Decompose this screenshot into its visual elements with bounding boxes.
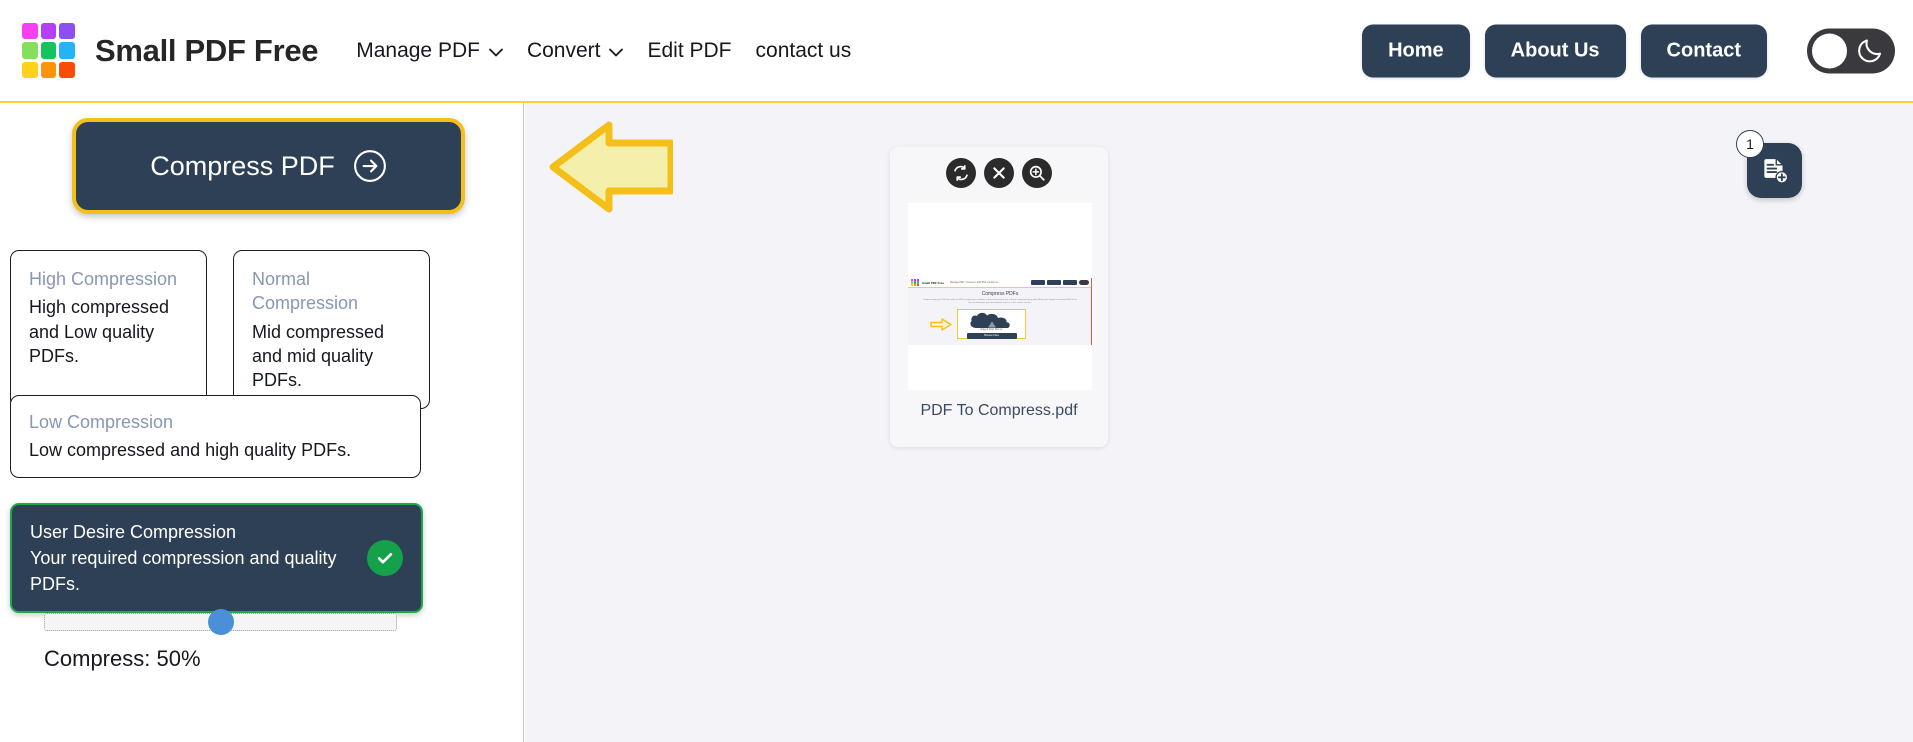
thumbnail-page-sub: Compressing your PDF files with our PDF …	[923, 299, 1077, 304]
option-card-text: User Desire Compression Your required co…	[30, 519, 367, 597]
thumbnail-logo-icon	[911, 278, 919, 287]
thumbnail-nav-button	[1047, 280, 1061, 285]
compression-slider-area: Compress: 50%	[44, 609, 444, 672]
logo-cell-3	[59, 23, 75, 40]
logo-cell-9	[59, 61, 75, 78]
right-panel: Small PDF Free Manage PDF • Convert • Ed…	[525, 103, 1913, 742]
cloud-upload-icon	[969, 312, 1010, 328]
nav-item-label: contact us	[755, 38, 852, 62]
main-navigation: Manage PDF Convert Edit PDF contact us	[356, 39, 851, 63]
thumbnail-scroll-indicator	[1090, 278, 1092, 345]
option-title: High Compression	[29, 269, 178, 289]
arrow-right-circle-icon	[353, 150, 386, 182]
thumbnail-drop-text: drag & drop files or	[980, 328, 1003, 331]
option-desc: Low compressed and high quality PDFs.	[29, 440, 352, 461]
zoom-in-icon[interactable]	[1022, 158, 1052, 188]
document-count-badge: 1	[1736, 130, 1764, 158]
thumbnail-theme-toggle	[1079, 280, 1089, 285]
nav-item-edit-pdf[interactable]: Edit PDF	[647, 39, 731, 63]
compression-slider[interactable]	[44, 609, 397, 635]
pdf-preview-card: Small PDF Free Manage PDF • Convert • Ed…	[890, 147, 1108, 447]
nav-button-home[interactable]: Home	[1362, 24, 1470, 77]
thumbnail-nav-button	[1031, 280, 1045, 285]
option-card-user-desire-compression[interactable]: User Desire Compression Your required co…	[10, 503, 423, 614]
theme-toggle[interactable]	[1807, 28, 1895, 73]
option-title: Normal Compression	[252, 269, 359, 314]
option-desc: High compressed and Low quality PDFs.	[29, 297, 170, 366]
thumbnail-nav-buttons	[1031, 280, 1089, 285]
logo-cell-1	[22, 23, 38, 40]
option-title: User Desire Compression	[30, 522, 237, 542]
option-desc: Your required compression and quality PD…	[30, 548, 337, 595]
left-panel: Compress PDF High Compression High compr…	[0, 103, 524, 742]
nav-item-label: Edit PDF	[647, 38, 732, 62]
logo-cell-5	[40, 42, 57, 59]
nav-button-about-us[interactable]: About Us	[1484, 24, 1626, 77]
nav-item-contact-us[interactable]: contact us	[756, 39, 852, 63]
thumbnail-nav: Manage PDF • Convert • Edit PDF contact …	[950, 281, 998, 284]
rotate-icon[interactable]	[946, 158, 976, 188]
logo-cell-7	[22, 61, 38, 78]
pdf-filename: PDF To Compress.pdf	[920, 402, 1078, 419]
option-card-low-compression[interactable]: Low Compression Low compressed and high …	[10, 395, 421, 478]
nav-item-manage-pdf[interactable]: Manage PDF	[356, 39, 503, 63]
toggle-knob	[1812, 33, 1847, 68]
thumbnail-brand: Small PDF Free	[922, 280, 945, 285]
chevron-down-icon	[489, 48, 503, 57]
logo-cell-2	[40, 23, 57, 40]
option-card-high-compression[interactable]: High Compression High compressed and Low…	[10, 250, 207, 410]
brand-name: Small PDF Free	[95, 32, 319, 68]
header-actions: Home About Us Contact	[1362, 24, 1895, 77]
close-icon[interactable]	[984, 158, 1014, 188]
nav-item-convert[interactable]: Convert	[527, 39, 624, 63]
compression-options-row: High Compression High compressed and Low…	[10, 250, 430, 410]
check-icon	[367, 540, 403, 577]
thumbnail-dropzone: drag & drop files or Browse Files	[957, 309, 1026, 339]
compress-pdf-button[interactable]: Compress PDF	[72, 118, 465, 214]
logo-icon	[22, 23, 75, 78]
nav-button-contact[interactable]: Contact	[1640, 24, 1767, 77]
brand[interactable]: Small PDF Free	[22, 23, 319, 78]
logo-cell-8	[40, 61, 57, 78]
compress-cta-wrap: Compress PDF	[72, 118, 465, 214]
site-header: Small PDF Free Manage PDF Convert Edit PDF…	[0, 0, 1913, 103]
thumbnail-browse-button: Browse Files	[966, 332, 1017, 339]
option-desc: Mid compressed and mid quality PDFs.	[252, 321, 385, 391]
document-add-icon	[1763, 158, 1788, 184]
pointer-arrow-annotation	[549, 121, 673, 213]
option-card-normal-compression[interactable]: Normal Compression Mid compressed and mi…	[233, 250, 430, 410]
option-title: Low Compression	[29, 412, 174, 432]
logo-cell-6	[59, 42, 75, 59]
compress-pdf-label: Compress PDF	[150, 150, 335, 181]
pdf-page-thumbnail[interactable]: Small PDF Free Manage PDF • Convert • Ed…	[908, 203, 1092, 390]
pdf-thumbnail-content: Small PDF Free Manage PDF • Convert • Ed…	[908, 278, 1092, 345]
moon-icon	[1858, 39, 1882, 63]
nav-item-label: Convert	[526, 38, 601, 62]
logo-cell-4	[22, 42, 38, 59]
slider-value-label: Compress: 50%	[44, 646, 201, 671]
thumbnail-pointer-arrow-icon	[930, 318, 952, 331]
pdf-tools	[890, 147, 1108, 188]
thumbnail-nav-button	[1063, 280, 1077, 285]
thumbnail-header: Small PDF Free Manage PDF • Convert • Ed…	[908, 278, 1092, 288]
nav-item-label: Manage PDF	[356, 38, 480, 62]
slider-thumb[interactable]	[207, 609, 234, 635]
chevron-down-icon	[609, 48, 624, 57]
app-root: Small PDF Free Manage PDF Convert Edit PDF…	[0, 0, 1913, 742]
thumbnail-logo-cell	[916, 284, 919, 287]
